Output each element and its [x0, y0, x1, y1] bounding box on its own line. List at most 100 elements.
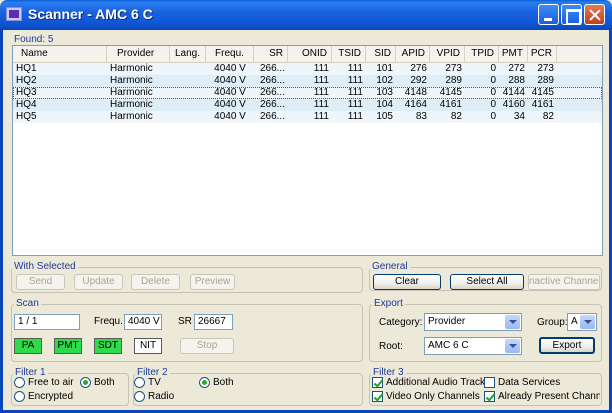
video-only-channels-label[interactable]: Video Only Channels — [386, 391, 480, 402]
tv-radio[interactable] — [134, 377, 145, 388]
root-label: Root: — [379, 341, 403, 352]
group-select[interactable]: A — [567, 313, 597, 331]
pa-button[interactable]: PA — [14, 338, 42, 354]
cell-provider: Harmonic — [110, 87, 153, 98]
cell-lang — [170, 75, 206, 87]
column-header[interactable]: Provider — [107, 46, 170, 62]
column-header[interactable]: PMT — [499, 46, 528, 62]
filter1-both-radio[interactable] — [80, 377, 91, 388]
cell-pcr: 273 — [537, 63, 554, 74]
radio-radio[interactable] — [134, 391, 145, 402]
column-header[interactable]: SR — [254, 46, 288, 62]
data-services-label[interactable]: Data Services — [498, 377, 560, 388]
title-bar[interactable]: Scanner - AMC 6 C — [0, 0, 612, 30]
select-all-button[interactable]: Select All — [450, 274, 524, 290]
scan-title: Scan — [14, 298, 41, 309]
nit-button[interactable]: NIT — [134, 338, 162, 354]
filter1-both-label[interactable]: Both — [94, 377, 115, 388]
filter2-both-label[interactable]: Both — [213, 377, 234, 388]
cell-name: HQ3 — [16, 87, 37, 98]
cell-provider: Harmonic — [110, 63, 153, 74]
column-header[interactable]: APID — [396, 46, 430, 62]
column-header[interactable]: PCR — [528, 46, 557, 62]
export-button[interactable]: Export — [539, 337, 595, 354]
scan-sr-field[interactable]: 26667 — [194, 314, 233, 330]
cell-freq: 4040 V — [214, 63, 246, 74]
cell-provider: Harmonic — [110, 75, 153, 86]
cell-pmt: 4160 — [502, 99, 525, 110]
clear-button[interactable]: Clear — [373, 274, 441, 290]
cell-onid: 111 — [313, 63, 329, 74]
minimize-button[interactable] — [538, 4, 559, 25]
cell-onid: 111 — [313, 99, 329, 110]
group-label: Group: — [537, 317, 568, 328]
chevron-down-icon[interactable] — [505, 315, 520, 329]
pmt-button[interactable]: PMT — [54, 338, 82, 354]
filter2-both-radio[interactable] — [199, 377, 210, 388]
cell-freq: 4040 V — [214, 99, 246, 110]
column-header[interactable]: Frequ. — [206, 46, 254, 62]
preview-button[interactable]: Preview — [190, 274, 235, 290]
column-header[interactable]: Lang. — [170, 46, 206, 62]
cell-apid: 4164 — [404, 99, 427, 110]
cell-provider: Harmonic — [110, 99, 153, 110]
encrypted-radio[interactable] — [14, 391, 25, 402]
column-header[interactable]: TSID — [332, 46, 366, 62]
stop-button[interactable]: Stop — [180, 338, 234, 354]
cell-apid: 83 — [415, 111, 427, 122]
cell-sr: 266... — [259, 87, 285, 98]
additional-audio-track-label[interactable]: Additional Audio Track — [386, 377, 485, 388]
close-button[interactable] — [584, 4, 605, 25]
cell-name: HQ1 — [16, 63, 37, 74]
cell-apid: 292 — [410, 75, 427, 86]
export-title: Export — [372, 298, 405, 309]
free-to-air-radio[interactable] — [14, 377, 25, 388]
channel-table[interactable]: Name Provider Lang. Frequ. SR ONID TSID … — [12, 45, 603, 256]
scan-progress-field[interactable]: 1 / 1 — [14, 314, 80, 330]
update-button[interactable]: Update — [74, 274, 123, 290]
table-row[interactable]: HQ1 Harmonic 4040 V 266... 111 111 101 2… — [13, 63, 602, 75]
chevron-down-icon[interactable] — [580, 315, 595, 329]
column-header[interactable]: Name — [13, 46, 107, 62]
sdt-button[interactable]: SDT — [94, 338, 122, 354]
send-button[interactable]: Send — [16, 274, 65, 290]
cell-sid: 103 — [376, 87, 393, 98]
cell-onid: 111 — [313, 111, 329, 122]
delete-button[interactable]: Delete — [131, 274, 180, 290]
root-select[interactable]: AMC 6 C — [424, 337, 522, 355]
chevron-down-icon[interactable] — [505, 339, 520, 353]
cell-pmt: 272 — [508, 63, 525, 74]
column-header[interactable]: ONID — [288, 46, 332, 62]
maximize-button[interactable] — [561, 4, 582, 25]
table-row[interactable]: HQ3 Harmonic 4040 V 266... 111 111 103 4… — [13, 87, 602, 99]
additional-audio-track-checkbox[interactable] — [372, 377, 383, 388]
scan-sr-label: SR — [178, 316, 192, 327]
category-label: Category: — [379, 317, 423, 328]
cell-pcr: 4145 — [531, 87, 554, 98]
column-header[interactable]: VPID — [430, 46, 465, 62]
cell-vpid: 4145 — [439, 87, 462, 98]
category-select[interactable]: Provider — [424, 313, 522, 331]
already-present-channels-label[interactable]: Already Present Channe — [498, 391, 600, 402]
scan-freq-field[interactable]: 4040 V — [124, 314, 162, 330]
table-row[interactable]: HQ4 Harmonic 4040 V 266... 111 111 104 4… — [13, 99, 602, 111]
cell-lang — [170, 99, 206, 111]
cell-lang — [170, 111, 206, 123]
cell-tpid: 0 — [490, 111, 496, 122]
column-header[interactable]: SID — [366, 46, 396, 62]
cell-sid: 104 — [376, 99, 393, 110]
table-row[interactable]: HQ2 Harmonic 4040 V 266... 111 111 102 2… — [13, 75, 602, 87]
tv-label[interactable]: TV — [148, 377, 161, 388]
cell-apid: 276 — [410, 63, 427, 74]
cell-tsid: 111 — [347, 99, 363, 110]
data-services-checkbox[interactable] — [484, 377, 495, 388]
radio-label[interactable]: Radio — [148, 391, 174, 402]
video-only-channels-checkbox[interactable] — [372, 391, 383, 402]
free-to-air-label[interactable]: Free to air — [28, 377, 74, 388]
encrypted-label[interactable]: Encrypted — [28, 391, 73, 402]
cell-vpid: 273 — [445, 63, 462, 74]
inactive-channels-button[interactable]: nactive Channels — [528, 274, 600, 290]
column-header[interactable]: TPID — [465, 46, 499, 62]
already-present-channels-checkbox[interactable] — [484, 391, 495, 402]
table-row[interactable]: HQ5 Harmonic 4040 V 266... 111 111 105 8… — [13, 111, 602, 123]
